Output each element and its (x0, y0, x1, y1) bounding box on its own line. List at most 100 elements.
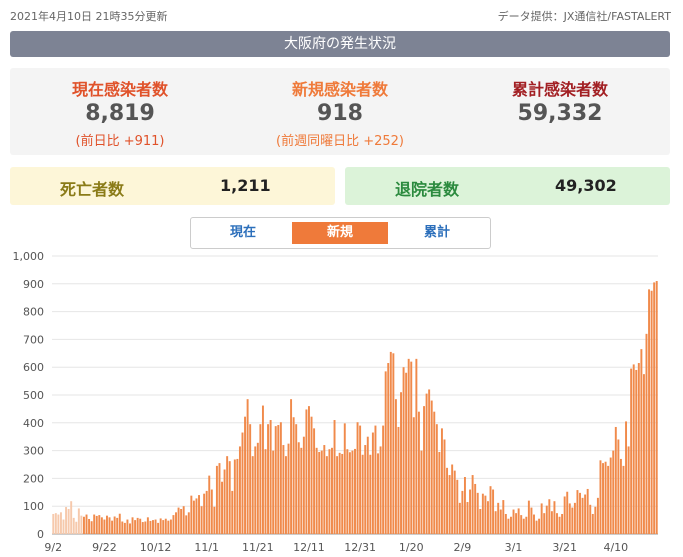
bar (121, 521, 124, 534)
bar (249, 424, 252, 534)
y-tick-label: 400 (23, 417, 44, 430)
bar (341, 453, 344, 534)
bar (169, 519, 172, 534)
bar (292, 417, 295, 534)
bar (494, 511, 497, 534)
bar (573, 502, 576, 534)
bar (198, 495, 200, 534)
bar (553, 501, 556, 534)
bar (377, 453, 379, 534)
recovered-value: 49,302 (555, 176, 617, 195)
bar (538, 518, 541, 534)
stat-new-label: 新規感染者数 (291, 80, 388, 99)
bar (98, 515, 101, 534)
bar (407, 358, 410, 534)
bar (313, 428, 316, 534)
bar (596, 497, 599, 534)
bar (77, 508, 80, 534)
bar (576, 490, 579, 534)
bar (504, 513, 507, 534)
bar (221, 481, 224, 534)
bar (254, 446, 257, 534)
bar (584, 494, 587, 534)
bar (93, 514, 96, 534)
bar (59, 512, 62, 534)
y-tick-label: 1,000 (13, 250, 45, 263)
bar (540, 503, 543, 534)
page-title: 大阪府の発生状況 (10, 31, 670, 57)
x-tick-label: 3/1 (505, 541, 523, 554)
bar (308, 406, 310, 534)
bar (492, 489, 495, 534)
bar (108, 517, 111, 534)
bar (655, 281, 658, 534)
bar (384, 371, 387, 534)
new-cases-bar-chart: 0 100 200 300 400 500 600 700 800 900 1,000 9/2 9/22… (13, 250, 658, 554)
bar (545, 505, 548, 534)
y-tick-label: 300 (23, 445, 44, 458)
bar (251, 456, 254, 534)
bar (599, 460, 602, 534)
bar (315, 447, 318, 534)
tab-new[interactable]: 新規 (292, 222, 388, 244)
bar (269, 420, 272, 534)
bar (159, 518, 162, 534)
tab-current[interactable]: 現在 (195, 222, 291, 244)
stat-current-diff: (前日比 +911) (75, 134, 165, 149)
bar (535, 520, 538, 534)
bar (295, 424, 298, 534)
bar (369, 454, 372, 534)
bar (195, 498, 198, 534)
bar (463, 477, 466, 534)
bar (448, 475, 451, 534)
bar (264, 449, 267, 534)
bar (88, 518, 91, 534)
bar (619, 458, 622, 534)
bar (612, 450, 615, 534)
bar (126, 519, 129, 534)
bar (614, 426, 617, 534)
bar (550, 511, 553, 534)
x-tick-label: 10/12 (140, 541, 172, 554)
bar (443, 439, 446, 534)
bar (645, 333, 648, 534)
bar (400, 392, 402, 534)
deaths-label: 死亡者数 (60, 180, 125, 199)
y-tick-label: 900 (23, 278, 44, 291)
x-tick-label: 4/10 (603, 541, 628, 554)
bar (226, 456, 229, 534)
bar (497, 502, 500, 534)
bar (129, 523, 131, 534)
x-tick-label: 11/1 (194, 541, 219, 554)
x-tick-label: 11/21 (242, 541, 274, 554)
bar (653, 282, 656, 534)
stat-current-value: 8,819 (85, 101, 155, 126)
bar (208, 475, 211, 534)
tab-total[interactable]: 累計 (389, 222, 485, 244)
bar (205, 490, 208, 534)
bar (530, 507, 533, 534)
bar (451, 464, 454, 534)
x-tick-label: 12/31 (344, 541, 376, 554)
bar (215, 465, 218, 534)
bar (648, 289, 651, 534)
x-tick-label: 12/11 (293, 541, 325, 554)
deaths-box: 死亡者数 1,211 (10, 167, 335, 205)
bar (484, 495, 487, 534)
bar (116, 517, 119, 534)
bar (233, 459, 236, 534)
bar (486, 501, 489, 534)
bar (111, 520, 114, 534)
bar (57, 514, 60, 534)
bar (238, 446, 241, 534)
bar (90, 521, 93, 534)
bar (359, 425, 362, 534)
bar (356, 422, 359, 534)
bar (210, 489, 213, 534)
bar (461, 490, 464, 534)
bar (261, 405, 264, 534)
y-tick-label: 100 (23, 500, 44, 513)
bar (568, 503, 571, 534)
bar (343, 423, 346, 534)
stat-current-label: 現在感染者数 (71, 80, 168, 99)
